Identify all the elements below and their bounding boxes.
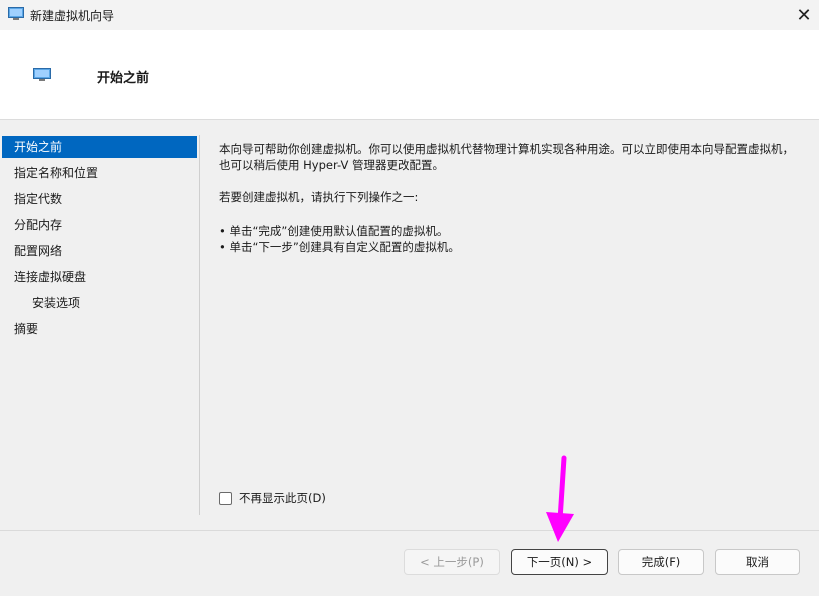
close-icon: ✕ — [796, 4, 812, 26]
instruction-text: 若要创建虚拟机，请执行下列操作之一: — [219, 190, 419, 204]
sidebar-item-summary[interactable]: 摘要 — [2, 318, 197, 340]
cancel-button[interactable]: 取消 — [715, 549, 800, 575]
sidebar-item-network[interactable]: 配置网络 — [2, 240, 197, 262]
list-item: • 单击“下一步”创建具有自定义配置的虚拟机。 — [219, 240, 460, 254]
close-button[interactable]: ✕ — [793, 4, 815, 26]
wizard-steps-sidebar: 开始之前 指定名称和位置 指定代数 分配内存 配置网络 连接虚拟硬盘 安装选项 … — [0, 135, 200, 515]
page-title: 开始之前 — [97, 71, 150, 86]
hyper-v-icon — [33, 68, 51, 81]
next-button[interactable]: 下一页(N) > — [511, 549, 608, 575]
option-list: • 单击“完成”创建使用默认值配置的虚拟机。 • 单击“下一步”创建具有自定义配… — [219, 223, 460, 255]
list-item: • 单击“完成”创建使用默认值配置的虚拟机。 — [219, 224, 449, 238]
hyper-v-icon — [8, 7, 24, 20]
title-bar: 新建虚拟机向导 ✕ — [0, 0, 819, 30]
wizard-header: 开始之前 — [0, 30, 819, 120]
dont-show-again-row[interactable]: 不再显示此页(D) — [219, 490, 326, 506]
dont-show-again-checkbox[interactable] — [219, 491, 232, 505]
sidebar-item-memory[interactable]: 分配内存 — [2, 214, 197, 236]
dont-show-again-label[interactable]: 不再显示此页(D) — [239, 490, 326, 506]
sidebar-item-generation[interactable]: 指定代数 — [2, 188, 197, 210]
sidebar-item-virtual-disk[interactable]: 连接虚拟硬盘 — [2, 266, 197, 288]
sidebar-item-install-options[interactable]: 安装选项 — [2, 292, 197, 314]
intro-text: 本向导可帮助你创建虚拟机。你可以使用虚拟机代替物理计算机实现各种用途。可以立即使… — [219, 142, 794, 172]
sidebar-item-name-location[interactable]: 指定名称和位置 — [2, 162, 197, 184]
sidebar-item-before-you-begin[interactable]: 开始之前 — [2, 136, 197, 158]
footer-divider — [0, 530, 819, 531]
window-title: 新建虚拟机向导 — [30, 9, 115, 23]
sidebar-divider — [199, 135, 200, 515]
annotation-arrow-icon — [546, 455, 574, 542]
finish-button[interactable]: 完成(F) — [618, 549, 704, 575]
previous-button[interactable]: < 上一步(P) — [404, 549, 500, 575]
